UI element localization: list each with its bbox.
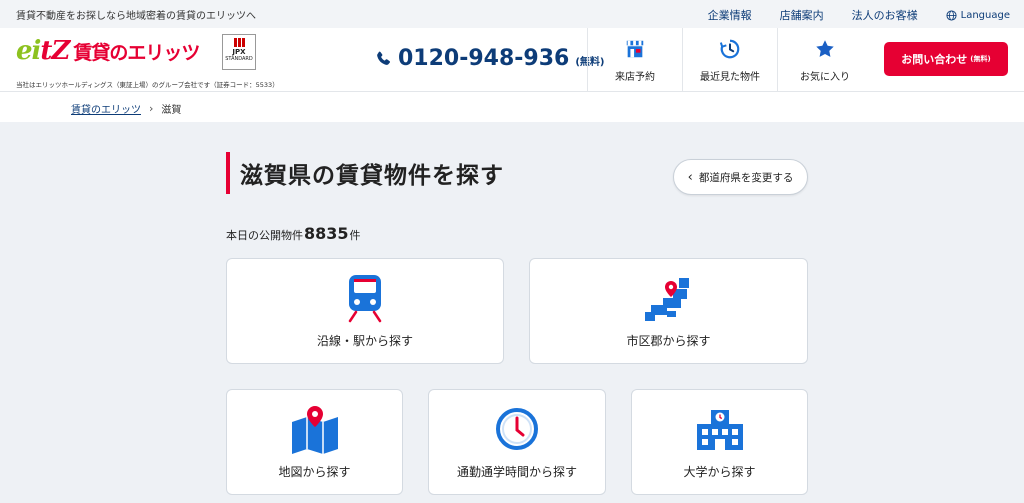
- star-icon: [816, 39, 834, 57]
- favorites-label: お気に入り: [800, 71, 850, 83]
- listing-count-suffix: 件: [349, 229, 361, 242]
- listing-count-prefix: 本日の公開物件: [226, 229, 303, 242]
- store-guide-link[interactable]: 店舗案内: [780, 7, 824, 23]
- contact-label: お問い合わせ: [901, 53, 968, 66]
- search-by-commute-card[interactable]: 通勤通学時間から探す: [428, 389, 606, 495]
- visit-reservation-label: 来店予約: [615, 71, 655, 83]
- favorites-button[interactable]: お気に入り: [777, 28, 872, 92]
- group-company-note: 当社はエリッツホールディングス（東証上場）のグループ会社です（証券コード：553…: [16, 81, 279, 89]
- change-prefecture-button[interactable]: ‹ 都道府県を変更する: [673, 159, 808, 195]
- listing-count: 本日の公開物件 8835 件: [226, 224, 361, 243]
- header: eitZ 賃貸のエリッツ JPX STANDARD 当社はエリッツホールディング…: [0, 28, 1024, 92]
- recently-viewed-button[interactable]: 最近見た物件: [682, 28, 777, 92]
- contact-free-note: (無料): [970, 55, 991, 63]
- search-by-university-label: 大学から探す: [683, 465, 756, 479]
- listing-count-number: 8835: [304, 224, 349, 243]
- company-info-link[interactable]: 企業情報: [708, 7, 752, 23]
- globe-icon: [946, 9, 957, 21]
- map-pin-icon: [291, 406, 338, 454]
- breadcrumb-current: 滋賀: [161, 105, 182, 116]
- search-by-city-label: 市区郡から探す: [626, 334, 711, 348]
- change-prefecture-label: 都道府県を変更する: [698, 171, 794, 184]
- jpx-label: JPX: [232, 48, 246, 56]
- search-by-map-card[interactable]: 地図から探す: [226, 389, 403, 495]
- clock-icon: [496, 408, 538, 450]
- top-bar: 賃貸不動産をお探しなら地域密着の賃貸のエリッツへ 企業情報 店舗案内 法人のお客…: [0, 0, 1024, 28]
- phone-icon: [377, 51, 390, 65]
- jpx-standard-badge: JPX STANDARD: [222, 34, 256, 70]
- breadcrumb: 賃貸のエリッツ › 滋賀: [0, 92, 1024, 122]
- search-by-city-card[interactable]: 市区郡から探す: [529, 258, 808, 364]
- page-title: 滋賀県の賃貸物件を探す: [240, 163, 504, 189]
- visit-reservation-button[interactable]: 来店予約: [587, 28, 682, 92]
- header-nav: 来店予約 最近見た物件 お気に入り: [587, 28, 872, 92]
- logo-text: 賃貸のエリッツ: [73, 41, 200, 64]
- contact-button[interactable]: お問い合わせ (無料): [884, 42, 1008, 76]
- language-label: Language: [960, 9, 1010, 21]
- search-by-commute-label: 通勤通学時間から探す: [456, 465, 577, 479]
- search-by-university-card[interactable]: 大学から探す: [631, 389, 808, 495]
- history-clock-icon: [719, 39, 740, 58]
- japan-map-pin-icon: [644, 278, 689, 321]
- tagline: 賃貸不動産をお探しなら地域密着の賃貸のエリッツへ: [16, 11, 256, 22]
- phone-digits: 0120-948-936: [398, 46, 570, 71]
- corporate-link[interactable]: 法人のお客様: [852, 7, 918, 23]
- phone-number[interactable]: 0120-948-936 (無料): [374, 46, 604, 71]
- page-title-block: 滋賀県の賃貸物件を探す: [226, 152, 504, 194]
- site-logo[interactable]: eitZ 賃貸のエリッツ: [16, 36, 200, 66]
- logo-mark: eitZ: [16, 36, 70, 66]
- chevron-left-icon: ‹: [687, 169, 693, 185]
- chevron-right-icon: ›: [149, 102, 154, 115]
- train-icon: [348, 275, 382, 323]
- store-icon: [626, 40, 644, 57]
- university-icon: [696, 410, 743, 450]
- search-by-line-label: 沿線・駅から探す: [316, 334, 413, 348]
- search-by-line-card[interactable]: 沿線・駅から探す: [226, 258, 504, 364]
- jpx-standard-label: STANDARD: [225, 56, 253, 62]
- recently-viewed-label: 最近見た物件: [700, 71, 760, 83]
- top-links: 企業情報 店舗案内 法人のお客様 Language: [708, 7, 1010, 23]
- search-by-map-label: 地図から探す: [278, 465, 351, 479]
- language-selector[interactable]: Language: [946, 7, 1010, 23]
- breadcrumb-home-link[interactable]: 賃貸のエリッツ: [71, 101, 141, 116]
